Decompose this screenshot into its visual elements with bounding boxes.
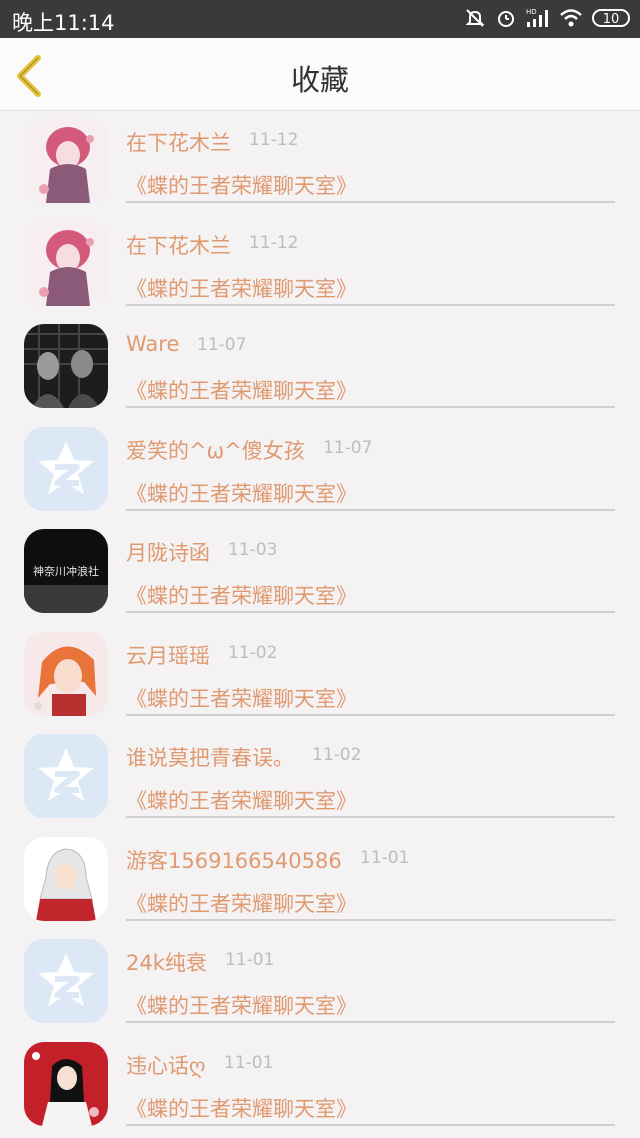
svg-text:神奈川冲浪社: 神奈川冲浪社 xyxy=(33,564,99,578)
chat-room-name: 《蝶的王者荣耀聊天室》 xyxy=(126,994,357,1018)
user-name: 24k纯衰 xyxy=(126,951,207,975)
avatar[interactable] xyxy=(24,426,108,511)
user-name: 违心话ღ xyxy=(126,1053,206,1078)
mute-icon xyxy=(464,7,486,29)
favorite-date: 11-12 xyxy=(249,232,299,253)
network-label: HD xyxy=(526,8,537,16)
list-item[interactable]: 爱笑的^ω^傻女孩 11-07 《蝶的王者荣耀聊天室》 xyxy=(0,419,640,522)
chat-room-name: 《蝶的王者荣耀聊天室》 xyxy=(126,174,357,198)
nav-bar: 收藏 xyxy=(0,38,640,111)
favorites-list: 在下花木兰 11-12 《蝶的王者荣耀聊天室》 在下花木兰 11-12 《蝶的王者荣耀聊天… xyxy=(0,111,640,1136)
user-name: 云月瑶瑶 xyxy=(126,643,210,668)
user-name: 月陇诗函 xyxy=(126,541,210,565)
chat-room-name: 《蝶的王者荣耀聊天室》 xyxy=(126,1096,357,1121)
avatar[interactable] xyxy=(24,836,108,921)
avatar[interactable] xyxy=(24,734,108,818)
favorite-date: 11-01 xyxy=(225,950,275,970)
favorite-date: 11-01 xyxy=(360,847,410,868)
divider xyxy=(126,1021,615,1023)
avatar[interactable] xyxy=(24,1041,108,1126)
wifi-icon xyxy=(559,7,583,29)
list-item[interactable]: Ware 11-07 《蝶的王者荣耀聊天室》 xyxy=(0,316,640,419)
user-name: 在下花木兰 xyxy=(126,131,231,155)
list-item[interactable]: 谁说莫把青春误。 11-02 《蝶的王者荣耀聊天室》 xyxy=(0,726,640,829)
favorite-date: 11-03 xyxy=(228,540,278,560)
favorite-date: 11-07 xyxy=(197,335,247,355)
list-item[interactable]: 在下花木兰 11-12 《蝶的王者荣耀聊天室》 xyxy=(0,111,640,214)
alarm-icon xyxy=(495,7,517,29)
divider xyxy=(126,816,615,818)
chat-room-name: 《蝶的王者荣耀聊天室》 xyxy=(126,686,357,711)
chat-room-name: 《蝶的王者荣耀聊天室》 xyxy=(126,481,357,506)
user-name: 爱笑的^ω^傻女孩 xyxy=(126,438,305,463)
chat-room-name: 《蝶的王者荣耀聊天室》 xyxy=(126,891,357,916)
avatar[interactable]: 神奈川冲浪社 xyxy=(24,529,108,613)
signal-icon: HD xyxy=(526,7,550,29)
list-item[interactable]: 游客1569166540586 11-01 《蝶的王者荣耀聊天室》 xyxy=(0,829,640,932)
avatar[interactable] xyxy=(24,221,108,306)
favorite-date: 11-02 xyxy=(312,745,362,765)
divider xyxy=(126,918,615,921)
avatar[interactable] xyxy=(24,119,108,203)
user-name: 在下花木兰 xyxy=(126,233,231,258)
avatar[interactable] xyxy=(24,939,108,1023)
divider xyxy=(126,303,615,306)
chat-room-name: 《蝶的王者荣耀聊天室》 xyxy=(126,276,357,301)
favorite-date: 11-07 xyxy=(323,437,373,458)
divider xyxy=(126,508,615,511)
favorite-date: 11-12 xyxy=(249,130,299,150)
chat-room-name: 《蝶的王者荣耀聊天室》 xyxy=(126,379,357,403)
user-name: 谁说莫把青春误。 xyxy=(126,746,294,770)
list-item[interactable]: 在下花木兰 11-12 《蝶的王者荣耀聊天室》 xyxy=(0,214,640,317)
list-item[interactable]: 神奈川冲浪社 月陇诗函 11-03 《蝶的王者荣耀聊天室》 xyxy=(0,521,640,624)
divider xyxy=(126,611,615,613)
page-title: 收藏 xyxy=(290,63,349,97)
avatar[interactable] xyxy=(24,631,108,716)
status-time: 晚上11:14 xyxy=(12,11,115,35)
favorite-date: 11-01 xyxy=(224,1052,274,1073)
status-icons: HD 10 xyxy=(464,7,630,29)
chat-room-name: 《蝶的王者荣耀聊天室》 xyxy=(126,584,357,608)
status-bar: 晚上11:14 HD 10 xyxy=(0,0,640,38)
avatar[interactable] xyxy=(24,324,108,408)
divider xyxy=(126,201,615,203)
battery-icon: 10 xyxy=(592,9,630,27)
chat-room-name: 《蝶的王者荣耀聊天室》 xyxy=(126,789,357,813)
user-name: Ware xyxy=(126,332,180,356)
list-item[interactable]: 24k纯衰 11-01 《蝶的王者荣耀聊天室》 xyxy=(0,931,640,1034)
divider xyxy=(126,1123,615,1126)
list-item[interactable]: 云月瑶瑶 11-02 《蝶的王者荣耀聊天室》 xyxy=(0,624,640,727)
user-name: 游客1569166540586 xyxy=(126,848,342,873)
divider xyxy=(126,713,615,716)
divider xyxy=(126,406,615,408)
favorite-date: 11-02 xyxy=(228,642,278,663)
list-item[interactable]: 违心话ღ 11-01 《蝶的王者荣耀聊天室》 xyxy=(0,1034,640,1137)
